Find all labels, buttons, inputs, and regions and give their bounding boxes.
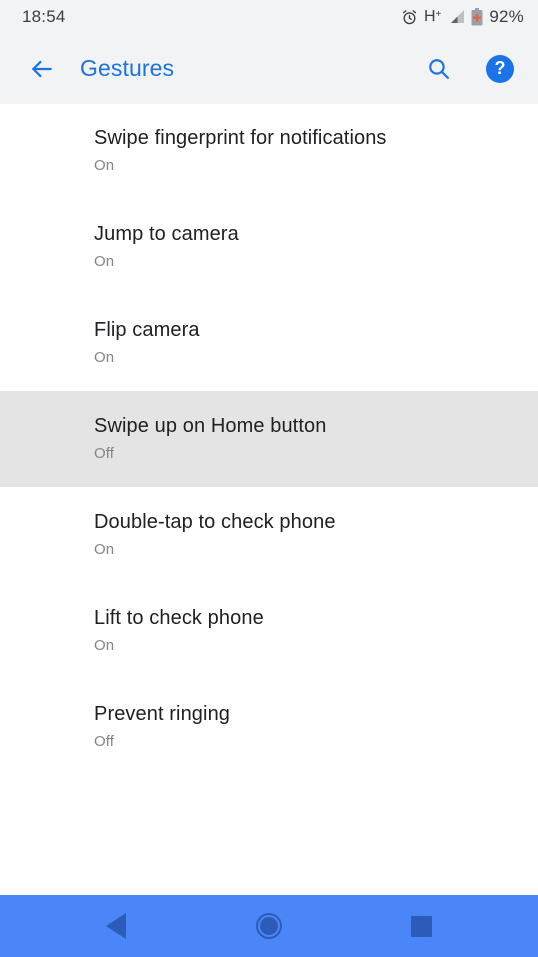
signal-bars-icon — [447, 9, 465, 25]
list-item-state: On — [94, 157, 115, 175]
app-bar-actions: ? — [416, 47, 522, 91]
list-item-state: On — [94, 253, 115, 271]
battery-percentage: 92% — [489, 7, 524, 26]
status-icons: H + 92% — [401, 7, 524, 27]
list-item-state: Off — [94, 445, 115, 463]
list-item-title: Lift to check phone — [94, 607, 264, 630]
list-item-state: On — [94, 349, 115, 367]
list-item-state: On — [94, 541, 115, 559]
gestures-settings-list: Swipe fingerprint for notifications On J… — [0, 103, 538, 895]
help-glyph: ? — [494, 57, 506, 78]
list-item-selected[interactable]: Swipe up on Home button Off — [0, 391, 538, 487]
search-icon[interactable] — [416, 47, 460, 91]
nav-recents-square-icon[interactable] — [387, 895, 457, 957]
arrow-back-icon[interactable] — [20, 47, 64, 91]
list-item-title: Flip camera — [94, 319, 200, 342]
list-item[interactable]: Double-tap to check phone On — [0, 487, 538, 583]
phone-screen: 18:54 H + 92% Gestures ? Swipe fingerpri… — [0, 0, 538, 957]
list-item[interactable]: Prevent ringing Off — [0, 679, 538, 775]
nav-back-triangle-icon[interactable] — [81, 895, 151, 957]
list-item-state: Off — [94, 733, 115, 751]
status-bar: 18:54 H + 92% — [0, 0, 538, 34]
status-time: 18:54 — [22, 7, 66, 26]
list-item-title: Jump to camera — [94, 223, 239, 246]
list-item-title: Swipe fingerprint for notifications — [94, 127, 387, 150]
list-item[interactable]: Swipe fingerprint for notifications On — [0, 103, 538, 199]
list-item[interactable]: Jump to camera On — [0, 199, 538, 295]
help-circle: ? — [486, 54, 514, 83]
list-item[interactable]: Flip camera On — [0, 295, 538, 391]
app-bar: Gestures ? — [0, 34, 538, 104]
list-item-state: On — [94, 637, 115, 655]
alarm-clock-icon — [401, 9, 418, 26]
help-icon[interactable]: ? — [478, 47, 522, 91]
navigation-bar — [0, 895, 538, 957]
nav-home-circle-icon[interactable] — [234, 895, 304, 957]
network-type-indicator: H + — [423, 8, 442, 25]
list-item[interactable]: Lift to check phone On — [0, 583, 538, 679]
list-item-title: Swipe up on Home button — [94, 415, 327, 438]
page-title: Gestures — [80, 55, 175, 81]
list-item-title: Prevent ringing — [94, 703, 231, 726]
list-item-title: Double-tap to check phone — [94, 511, 336, 534]
battery-saver-icon — [471, 8, 483, 26]
